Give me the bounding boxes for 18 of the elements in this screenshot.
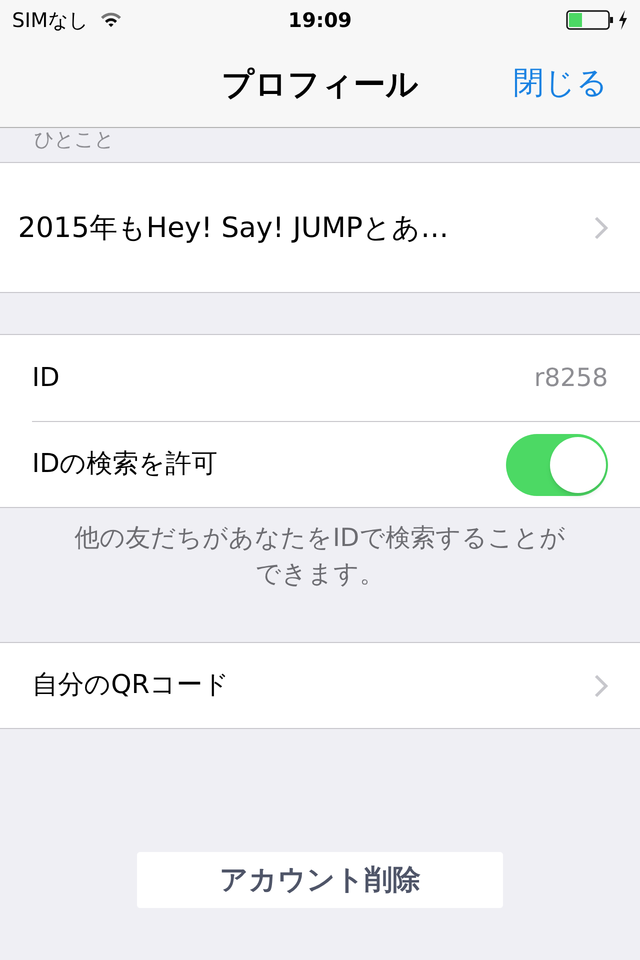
battery-icon bbox=[566, 9, 614, 31]
carrier-text: SIMなし bbox=[12, 7, 88, 34]
status-message-row[interactable]: 2015年もHey! Say! JUMPとあ… bbox=[0, 162, 640, 293]
close-button[interactable]: 閉じる bbox=[513, 60, 608, 107]
chevron-icon bbox=[594, 674, 608, 698]
footer-text: 他の友だちがあなたをIDで検索することができます。 bbox=[74, 522, 566, 590]
row-value: r8258 bbox=[534, 362, 608, 394]
chevron-icon bbox=[594, 216, 608, 240]
qr-code-row[interactable]: 自分のQRコード bbox=[0, 642, 640, 729]
nav-title: プロフィール bbox=[222, 64, 418, 104]
wifi-icon bbox=[100, 12, 122, 28]
delete-account-button[interactable]: アカウント削除 bbox=[137, 852, 503, 908]
row-label: ID bbox=[32, 362, 60, 394]
section-header: ひとこと bbox=[34, 128, 114, 150]
qr-code-label: 自分のQRコード bbox=[32, 669, 230, 702]
row-label: IDの検索を許可 bbox=[32, 448, 218, 481]
status-message-text: 2015年もHey! Say! JUMPとあ… bbox=[18, 210, 449, 246]
clock-text: 19:09 bbox=[288, 7, 352, 34]
